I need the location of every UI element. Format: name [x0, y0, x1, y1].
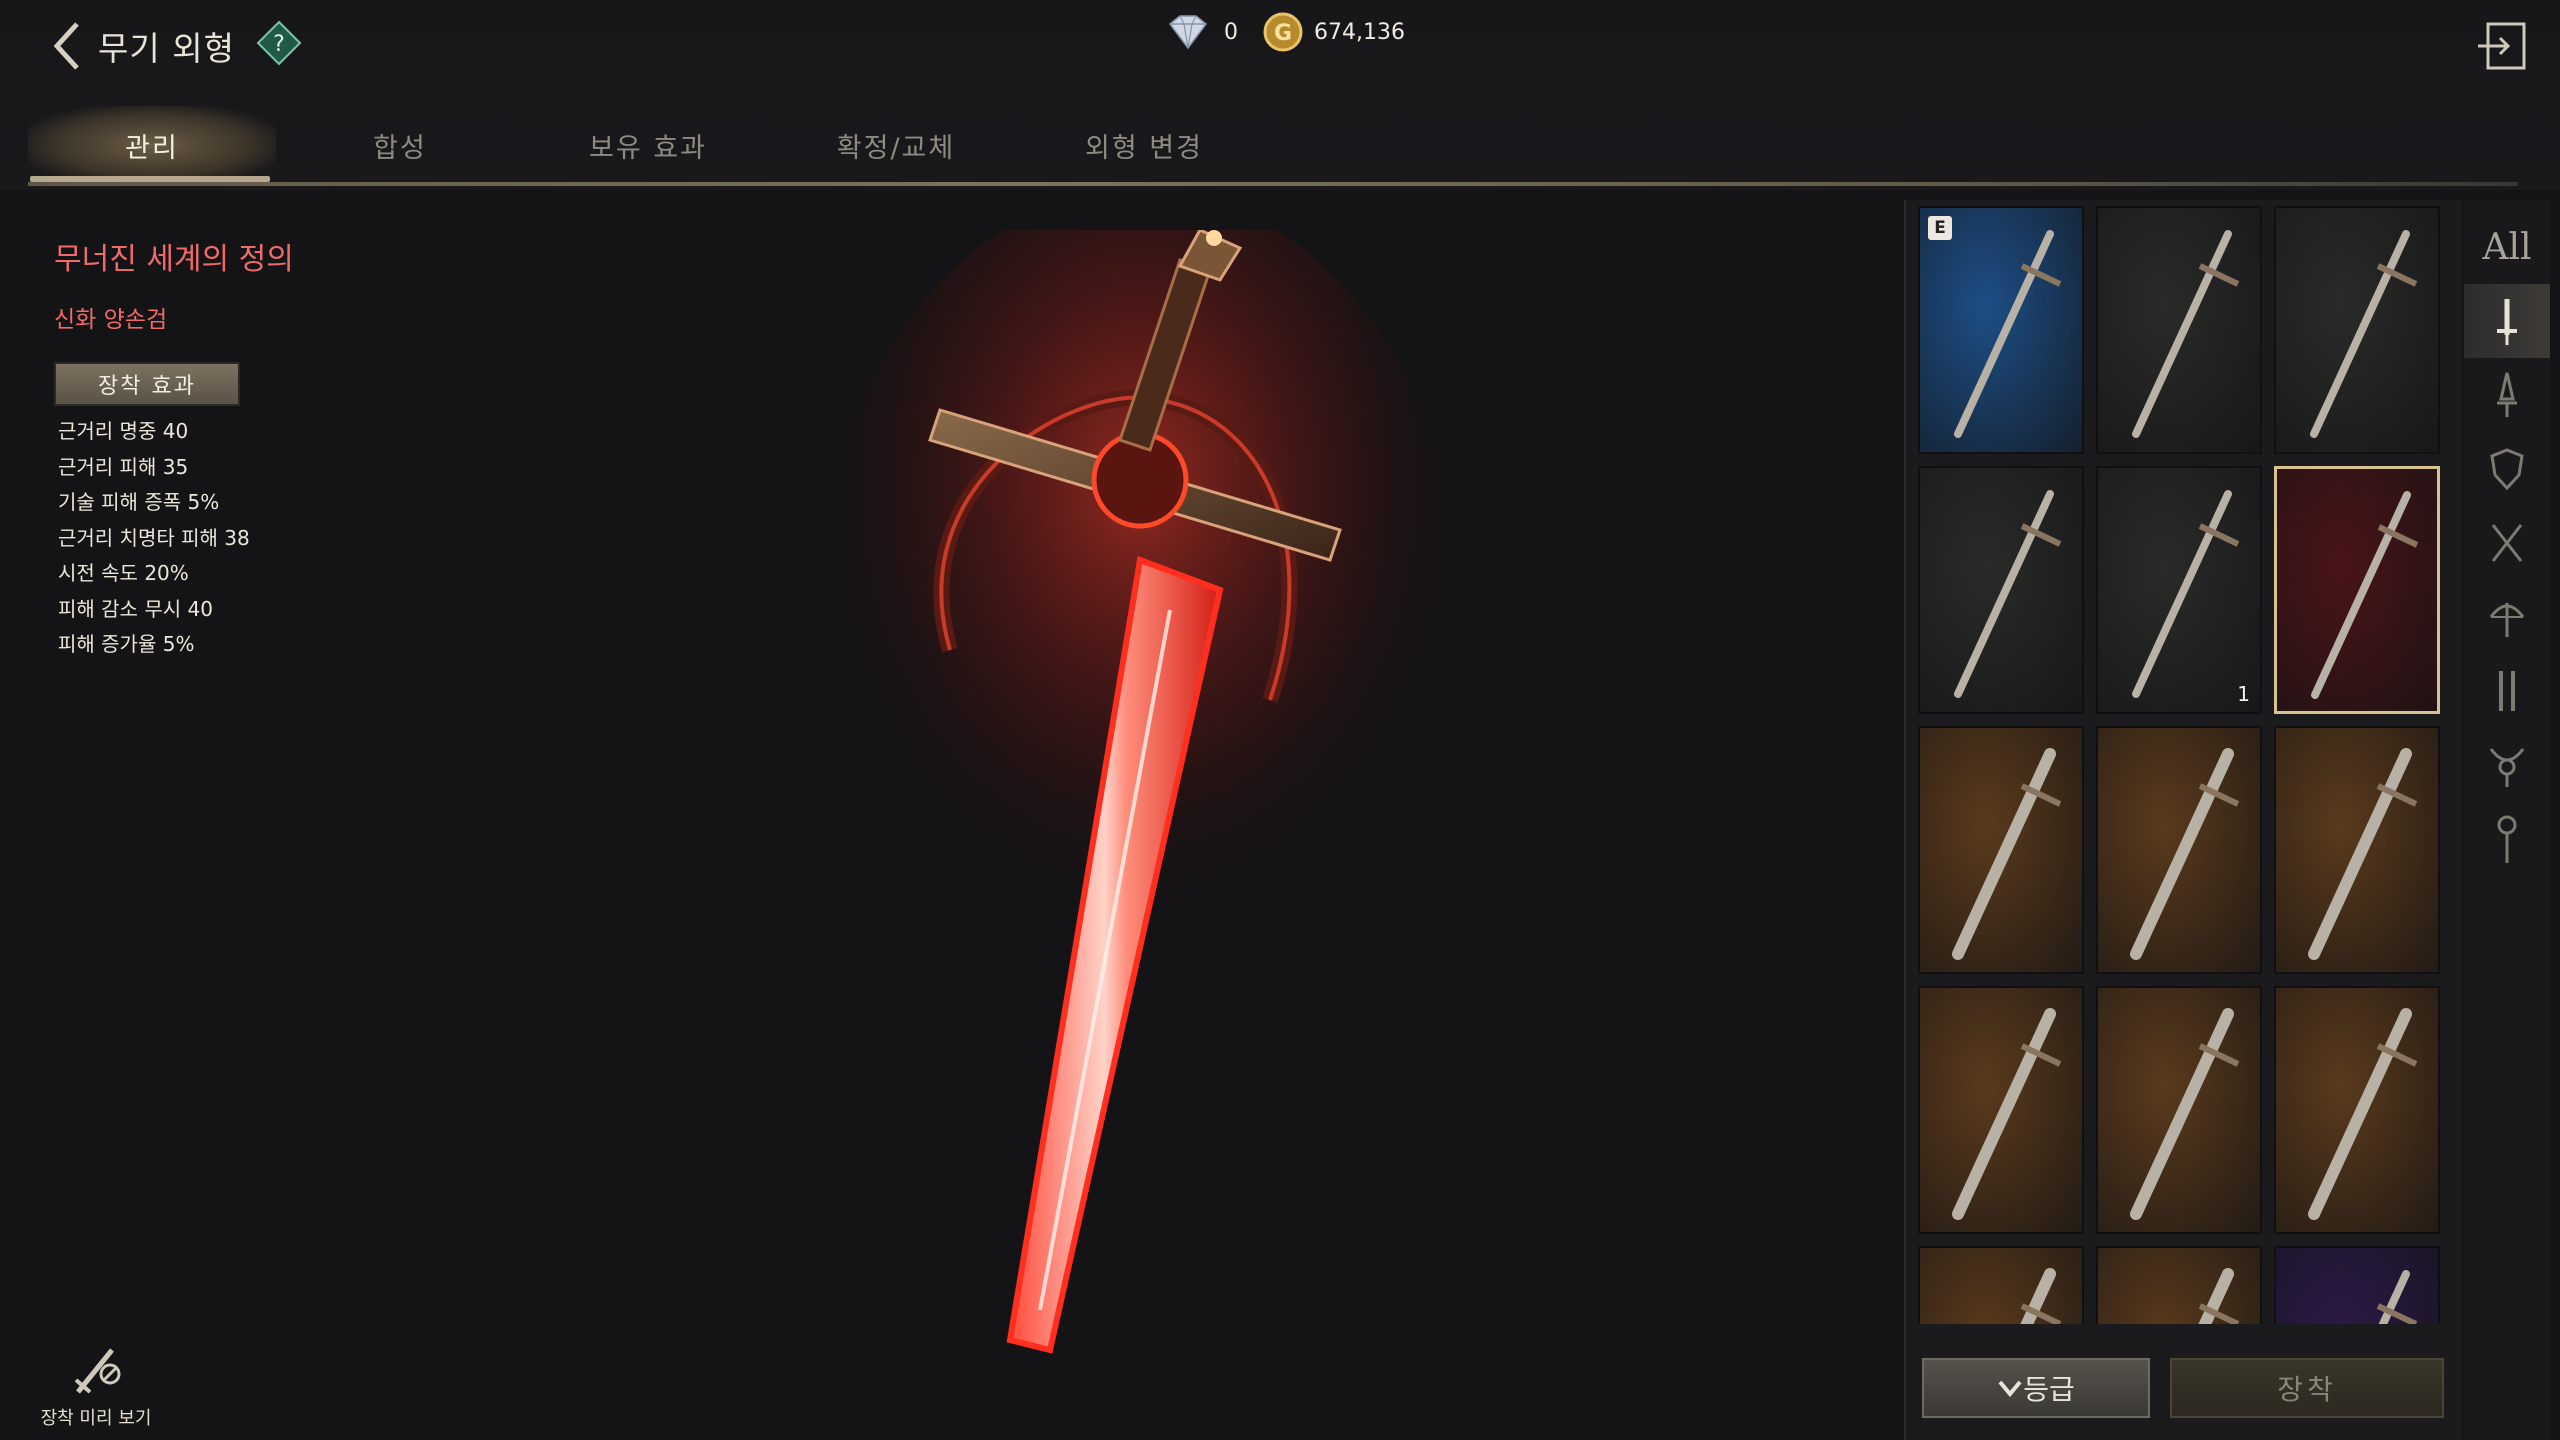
sword-thumbnail-icon [2308, 748, 2418, 960]
equip-preview-button[interactable]: 장착 미리 보기 [36, 1340, 156, 1432]
stat-row: 시전 속도 20% [58, 561, 189, 585]
dual-blades-icon [2499, 671, 2515, 711]
svg-text:?: ? [273, 32, 285, 57]
tab-bar: 관리 합성 보유 효과 확정/교체 외형 변경 [28, 106, 2518, 184]
sword-thumbnail-icon [2020, 1268, 2062, 1324]
appearance-cell[interactable] [2274, 466, 2440, 714]
filter-all[interactable]: All [2464, 210, 2550, 284]
stat-row: 근거리 치명타 피해 38 [58, 525, 250, 550]
sword-thumbnail-icon [2132, 230, 2240, 438]
stat-row: 피해 증가율 5% [58, 632, 195, 656]
sword-thumbnail-icon [1952, 1008, 2062, 1220]
filter-dual-swords[interactable] [2464, 506, 2550, 580]
sword-thumbnail-icon [2198, 1268, 2240, 1324]
appearance-cell[interactable]: 1 [2096, 466, 2262, 714]
shield-icon [2490, 448, 2524, 491]
filter-dagger[interactable] [2464, 358, 2550, 432]
staff-icon [2497, 815, 2517, 863]
active-tab-indicator [30, 176, 270, 182]
tab-owned-effect[interactable]: 보유 효과 [524, 106, 772, 184]
gold-coin-icon: G [1263, 12, 1303, 52]
chevron-down-icon [1998, 1380, 2022, 1398]
appearance-cell[interactable] [2096, 1246, 2262, 1324]
sword-thumbnail-icon [2310, 230, 2418, 438]
filter-staff[interactable] [2464, 802, 2550, 876]
crossed-swords-icon [2491, 524, 2523, 562]
equip-button[interactable]: 장착 [2170, 1358, 2444, 1418]
gold-currency: G 674,136 [1262, 12, 1405, 52]
equip-preview-label: 장착 미리 보기 [40, 1408, 152, 1429]
weapon-name: 무너진 세계의 정의 [54, 242, 294, 277]
page-title: 무기 외형 [98, 29, 235, 68]
appearance-cell[interactable] [1918, 466, 2084, 714]
sword-thumbnail-icon [1954, 230, 2062, 438]
filter-bow[interactable] [2464, 580, 2550, 654]
sword-icon [2497, 299, 2517, 345]
weapon-grade: 신화 양손검 [54, 307, 168, 333]
diamond-icon [1168, 15, 1208, 50]
sword-thumbnail-icon [2130, 748, 2240, 960]
sword-thumbnail-icon [2308, 1008, 2418, 1220]
equip-effect-label: 장착 효과 [54, 362, 240, 406]
appearance-grid[interactable]: E1 [1918, 206, 2458, 1324]
appearance-cell[interactable] [2274, 206, 2440, 454]
chevron-left-icon [53, 22, 79, 70]
diamond-currency: 0 [1162, 12, 1238, 52]
tab-appearance-change[interactable]: 외형 변경 [1020, 106, 1268, 184]
sword-preview-icon [74, 1348, 121, 1394]
filter-shield[interactable] [2464, 432, 2550, 506]
svg-text:G: G [1274, 21, 1292, 46]
tab-confirm-replace[interactable]: 확정/교체 [772, 106, 1020, 184]
exit-icon[interactable] [2474, 18, 2530, 74]
dagger-icon [2497, 372, 2517, 417]
stat-row: 기술 피해 증폭 5% [58, 490, 220, 514]
stat-row: 근거리 피해 35 [58, 454, 189, 479]
appearance-cell[interactable] [2096, 986, 2262, 1234]
stat-row: 피해 감소 무시 40 [58, 596, 213, 621]
tab-manage[interactable]: 관리 [28, 106, 276, 184]
appearance-cell[interactable] [2274, 986, 2440, 1234]
tab-synthesis[interactable]: 합성 [276, 106, 524, 184]
tab-divider [28, 182, 2518, 186]
filter-dual-blades[interactable] [2464, 654, 2550, 728]
appearance-cell[interactable] [1918, 726, 2084, 974]
equipped-badge: E [1928, 216, 1952, 240]
sword-thumbnail-icon [2130, 1008, 2240, 1220]
sword-thumbnail-icon [1952, 748, 2062, 960]
grade-sort-label: 등급 [2023, 1373, 2075, 1406]
filter-two-handed-sword[interactable] [2464, 284, 2550, 358]
sword-thumbnail-icon [2376, 1270, 2418, 1324]
stat-list: 근거리 명중 40 근거리 피해 35 기술 피해 증폭 5% 근거리 치명타 … [58, 416, 250, 665]
appearance-cell[interactable] [1918, 986, 2084, 1234]
orb-icon [2489, 748, 2525, 787]
item-count: 1 [2237, 682, 2250, 706]
grade-sort-button[interactable]: 등급 [1922, 1358, 2150, 1418]
stat-row: 근거리 명중 40 [58, 419, 189, 443]
weapon-type-filter: All [2464, 200, 2550, 1440]
appearance-cell[interactable] [2274, 726, 2440, 974]
appearance-cell[interactable] [2274, 1246, 2440, 1324]
appearance-cell[interactable] [2096, 206, 2262, 454]
appearance-cell[interactable] [2096, 726, 2262, 974]
question-diamond-icon[interactable]: ? [256, 20, 302, 66]
appearance-cell[interactable] [1918, 1246, 2084, 1324]
filter-orb[interactable] [2464, 728, 2550, 802]
back-button[interactable] [36, 14, 96, 78]
bow-icon [2489, 603, 2525, 637]
appearance-cell[interactable]: E [1918, 206, 2084, 454]
sword-thumbnail-icon [2132, 490, 2240, 698]
gold-amount: 674,136 [1314, 19, 1405, 45]
sword-thumbnail-icon [1954, 490, 2062, 698]
sword-thumbnail-icon [2311, 491, 2419, 699]
filter-all-label: All [2482, 226, 2532, 268]
diamond-amount: 0 [1224, 19, 1238, 45]
weapon-model [840, 230, 1460, 1354]
